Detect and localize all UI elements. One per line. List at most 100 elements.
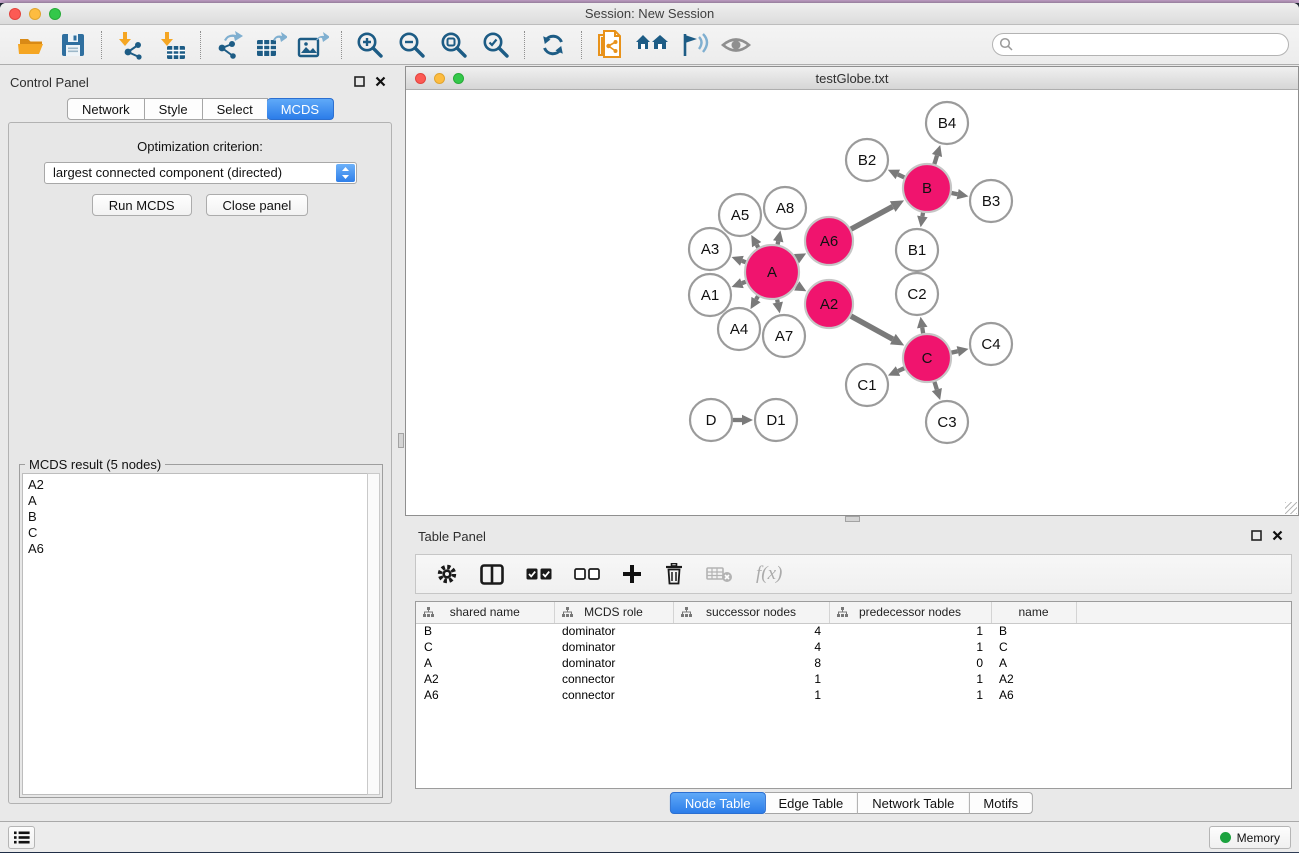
- table-cell[interactable]: A2: [416, 671, 554, 687]
- zoom-selected-button[interactable]: [478, 29, 514, 61]
- table-row[interactable]: A2connector11A2: [416, 671, 1291, 687]
- table-cell[interactable]: 1: [829, 623, 991, 639]
- table-settings-button[interactable]: [436, 563, 458, 585]
- refresh-layout-button[interactable]: [535, 29, 571, 61]
- tab-node-table[interactable]: Node Table: [670, 792, 766, 814]
- deselect-all-button[interactable]: [574, 568, 600, 581]
- select-all-button[interactable]: [526, 568, 552, 581]
- mcds-result-scrollbar[interactable]: [367, 473, 380, 795]
- task-history-button[interactable]: [8, 826, 35, 849]
- column-header-predecessor-nodes[interactable]: predecessor nodes: [829, 602, 991, 623]
- run-mcds-button[interactable]: Run MCDS: [92, 194, 192, 216]
- table-row[interactable]: Adominator80A: [416, 655, 1291, 671]
- graph-edge[interactable]: [951, 351, 957, 352]
- tab-motifs[interactable]: Motifs: [969, 792, 1033, 814]
- close-table-panel-icon[interactable]: [1272, 530, 1283, 541]
- table-cell[interactable]: B: [416, 623, 554, 639]
- column-header-successor-nodes[interactable]: successor nodes: [673, 602, 829, 623]
- tab-mcds[interactable]: MCDS: [267, 98, 334, 120]
- table-cell[interactable]: 4: [673, 639, 829, 655]
- export-table-button[interactable]: [253, 29, 289, 61]
- table-row[interactable]: A6connector11A6: [416, 687, 1291, 703]
- delete-column-button[interactable]: [706, 565, 734, 583]
- table-cell[interactable]: 1: [673, 671, 829, 687]
- table-row[interactable]: Cdominator41C: [416, 639, 1291, 655]
- table-cell[interactable]: C: [991, 639, 1076, 655]
- table-cell[interactable]: 0: [829, 655, 991, 671]
- table-cell[interactable]: 1: [829, 671, 991, 687]
- network-graph[interactable]: B4B2BB3A8A5A6A3B1AA1C2A2A4A7C4CC1C3DD1: [406, 90, 1298, 515]
- table-cell[interactable]: dominator: [554, 655, 673, 671]
- graph-edge[interactable]: [756, 296, 758, 299]
- add-column-button[interactable]: [622, 564, 642, 584]
- graph-edge[interactable]: [851, 207, 893, 230]
- graph-edge[interactable]: [777, 300, 778, 303]
- tab-network[interactable]: Network: [67, 98, 145, 120]
- table-row[interactable]: Bdominator41B: [416, 623, 1291, 639]
- table-cell[interactable]: 1: [673, 687, 829, 703]
- import-table-button[interactable]: [154, 29, 190, 61]
- column-header-shared-name[interactable]: shared name: [416, 602, 554, 623]
- table-cell[interactable]: A6: [416, 687, 554, 703]
- graph-edge[interactable]: [934, 155, 937, 164]
- delete-row-button[interactable]: [664, 563, 684, 585]
- mcds-result-item[interactable]: C: [28, 525, 362, 541]
- home-button[interactable]: [634, 29, 670, 61]
- mcds-result-item[interactable]: A2: [28, 477, 362, 493]
- export-network-button[interactable]: [211, 29, 247, 61]
- tab-edge-table[interactable]: Edge Table: [764, 792, 858, 814]
- export-image-button[interactable]: [295, 29, 331, 61]
- graph-edge[interactable]: [742, 261, 746, 262]
- tab-style[interactable]: Style: [145, 98, 203, 120]
- function-builder-button[interactable]: f(x): [756, 563, 782, 585]
- graph-edge[interactable]: [898, 368, 904, 371]
- zoom-out-button[interactable]: [394, 29, 430, 61]
- table-cell[interactable]: 8: [673, 655, 829, 671]
- vertical-splitter-handle[interactable]: [398, 433, 404, 448]
- table-cell[interactable]: A: [991, 655, 1076, 671]
- preview-eye-button[interactable]: [718, 29, 754, 61]
- table-cell[interactable]: 4: [673, 623, 829, 639]
- tab-network-table[interactable]: Network Table: [858, 792, 969, 814]
- toggle-details-button[interactable]: [676, 29, 712, 61]
- column-header-name[interactable]: name: [991, 602, 1076, 623]
- graph-edge[interactable]: [898, 174, 905, 177]
- mcds-result-item[interactable]: B: [28, 509, 362, 525]
- column-header-MCDS-role[interactable]: MCDS role: [554, 602, 673, 623]
- save-session-button[interactable]: [55, 29, 91, 61]
- zoom-in-button[interactable]: [352, 29, 388, 61]
- float-table-panel-icon[interactable]: [1251, 530, 1262, 541]
- graph-edge[interactable]: [922, 213, 923, 217]
- table-cell[interactable]: B: [991, 623, 1076, 639]
- table-cell[interactable]: A6: [991, 687, 1076, 703]
- table-cell[interactable]: dominator: [554, 623, 673, 639]
- graph-edge[interactable]: [778, 241, 779, 244]
- graph-edge[interactable]: [757, 245, 759, 248]
- memory-button[interactable]: Memory: [1209, 826, 1291, 849]
- table-cell[interactable]: dominator: [554, 639, 673, 655]
- zoom-fit-button[interactable]: [436, 29, 472, 61]
- graph-edge[interactable]: [922, 328, 923, 334]
- open-session-button[interactable]: [13, 29, 49, 61]
- close-panel-icon[interactable]: [375, 76, 386, 87]
- network-file-button[interactable]: [592, 29, 628, 61]
- show-columns-button[interactable]: [480, 564, 504, 585]
- import-network-button[interactable]: [112, 29, 148, 61]
- table-cell[interactable]: A: [416, 655, 554, 671]
- float-panel-icon[interactable]: [354, 76, 365, 87]
- table-cell[interactable]: 1: [829, 687, 991, 703]
- graph-edge[interactable]: [742, 282, 746, 283]
- table-cell[interactable]: C: [416, 639, 554, 655]
- mcds-result-item[interactable]: A6: [28, 541, 362, 557]
- table-cell[interactable]: 1: [829, 639, 991, 655]
- search-input[interactable]: [992, 33, 1289, 56]
- node-table-grid[interactable]: shared nameMCDS rolesuccessor nodesprede…: [416, 602, 1291, 703]
- table-cell[interactable]: connector: [554, 687, 673, 703]
- graph-edge[interactable]: [851, 316, 893, 339]
- mcds-result-item[interactable]: A: [28, 493, 362, 509]
- table-cell[interactable]: A2: [991, 671, 1076, 687]
- graph-edge[interactable]: [951, 193, 957, 194]
- tab-select[interactable]: Select: [203, 98, 268, 120]
- table-cell[interactable]: connector: [554, 671, 673, 687]
- graph-edge[interactable]: [934, 382, 936, 390]
